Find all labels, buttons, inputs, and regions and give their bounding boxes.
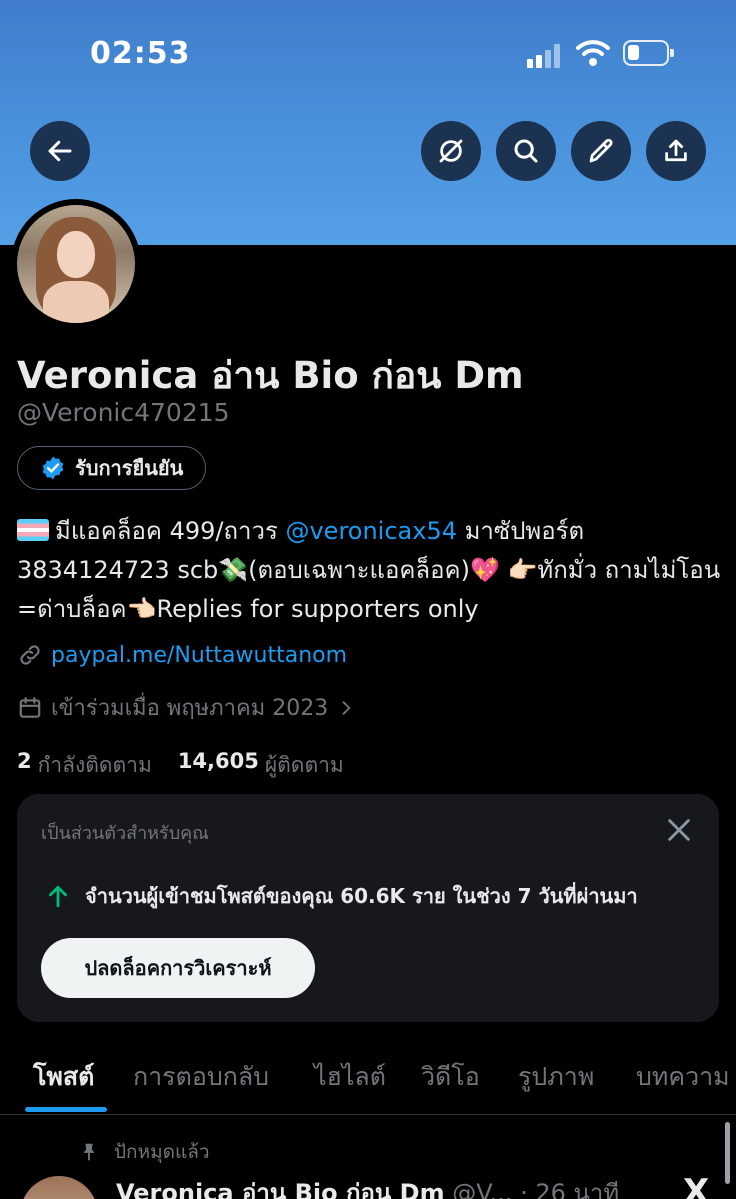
insight-card-title: เป็นส่วนตัวสำหรับคุณ — [41, 823, 209, 844]
insight-card: เป็นส่วนตัวสำหรับคุณ จำนวนผู้เข้าชมโพสต์… — [17, 794, 719, 1022]
website-url[interactable]: paypal.me/Nuttawuttanom — [51, 643, 347, 668]
profile-bio: มีแอคล็อค 499/ถาวร @veronicax54 มาซัปพอร… — [17, 512, 732, 629]
followers-count[interactable]: 14,605 — [178, 749, 259, 782]
edit-icon — [589, 138, 613, 163]
grok-icon — [439, 139, 463, 163]
post-meta: @V... · 26 นาที — [444, 1179, 620, 1199]
search-icon — [514, 139, 538, 163]
sparkling-heart-emoji: 💖 — [469, 556, 500, 584]
scrollbar[interactable] — [725, 1122, 730, 1184]
post-avatar[interactable] — [20, 1176, 98, 1199]
impressions-text: จำนวนผู้เข้าชมโพสต์ของคุณ 60.6K ราย ในช่… — [85, 884, 638, 908]
chevron-right-icon — [342, 700, 351, 715]
share-icon — [665, 139, 687, 162]
joined-date-row[interactable]: เข้าร่วมเมื่อ พฤษภาคม 2023 — [17, 690, 356, 725]
grok-button[interactable] — [421, 121, 481, 181]
back-arrow-icon — [48, 140, 72, 162]
tab-articles[interactable]: บทความ — [636, 1057, 730, 1097]
pointing-right-emoji: 👈🏻 — [126, 595, 157, 623]
close-icon[interactable] — [665, 816, 693, 844]
bio-text: (ตอบเฉพาะแอคล็อค) — [248, 556, 470, 584]
get-verified-label: รับการยืนยัน — [75, 456, 184, 480]
transgender-flag-icon — [17, 519, 49, 541]
followers-label[interactable]: ผู้ติดตาม — [265, 749, 344, 782]
arrow-up-icon — [49, 885, 67, 908]
following-label[interactable]: กำลังติดตาม — [38, 749, 152, 782]
share-button[interactable] — [646, 121, 706, 181]
calendar-icon — [19, 696, 41, 718]
tab-photos[interactable]: รูปภาพ — [518, 1057, 594, 1097]
money-wings-emoji: 💸 — [218, 556, 249, 584]
pinned-indicator: ปักหมุดแล้ว — [78, 1137, 210, 1167]
tab-replies[interactable]: การตอบกลับ — [133, 1057, 269, 1097]
status-time: 02:53 — [90, 36, 191, 71]
unlock-analytics-button[interactable]: ปลดล็อคการวิเคราะห์ — [41, 938, 315, 998]
pin-icon — [83, 1143, 95, 1161]
profile-website-link[interactable]: paypal.me/Nuttawuttanom — [17, 642, 347, 668]
post-header: Veronica อ่าน Bio ก่อน Dm @V... · 26 นาท… — [116, 1173, 619, 1199]
verified-badge-icon — [42, 456, 64, 480]
bio-text: Replies for supporters only — [156, 595, 479, 623]
username-handle: @Veronic470215 — [17, 398, 230, 427]
joined-date: เข้าร่วมเมื่อ พฤษภาคม 2023 — [51, 696, 329, 721]
wifi-icon — [576, 40, 610, 66]
active-tab-indicator — [25, 1107, 107, 1112]
follow-counts: 2 กำลังติดตาม 14,605 ผู้ติดตาม — [17, 749, 344, 782]
get-verified-button[interactable]: รับการยืนยัน — [17, 446, 207, 490]
back-button[interactable] — [30, 121, 90, 181]
pinned-label: ปักหมุดแล้ว — [114, 1141, 210, 1163]
tab-videos[interactable]: วิดีโอ — [421, 1057, 480, 1097]
avatar[interactable] — [11, 199, 141, 329]
post-author-name[interactable]: Veronica อ่าน Bio ก่อน Dm — [116, 1179, 445, 1199]
profile-tabs: โพสต์ การตอบกลับ ไฮไลต์ วิดีโอ รูปภาพ บท… — [0, 1045, 736, 1115]
pointing-left-emoji: 👉🏻 — [507, 556, 538, 584]
search-button[interactable] — [496, 121, 556, 181]
bio-text: มีแอคล็อค 499/ถาวร — [55, 517, 286, 545]
bio-mention-link[interactable]: @veronicax54 — [285, 517, 457, 545]
edit-button[interactable] — [571, 121, 631, 181]
impressions-stat: จำนวนผู้เข้าชมโพสต์ของคุณ 60.6K ราย ในช่… — [45, 880, 638, 912]
tab-posts[interactable]: โพสต์ — [33, 1057, 94, 1097]
cellular-signal-icon — [527, 42, 563, 68]
link-icon — [20, 645, 40, 665]
tab-highlights[interactable]: ไฮไลต์ — [314, 1057, 386, 1097]
following-count[interactable]: 2 — [17, 749, 32, 782]
display-name: Veronica อ่าน Bio ก่อน Dm — [17, 354, 524, 397]
avatar-photo — [17, 205, 135, 323]
battery-icon — [623, 40, 674, 66]
x-logo-icon: X — [683, 1172, 710, 1199]
